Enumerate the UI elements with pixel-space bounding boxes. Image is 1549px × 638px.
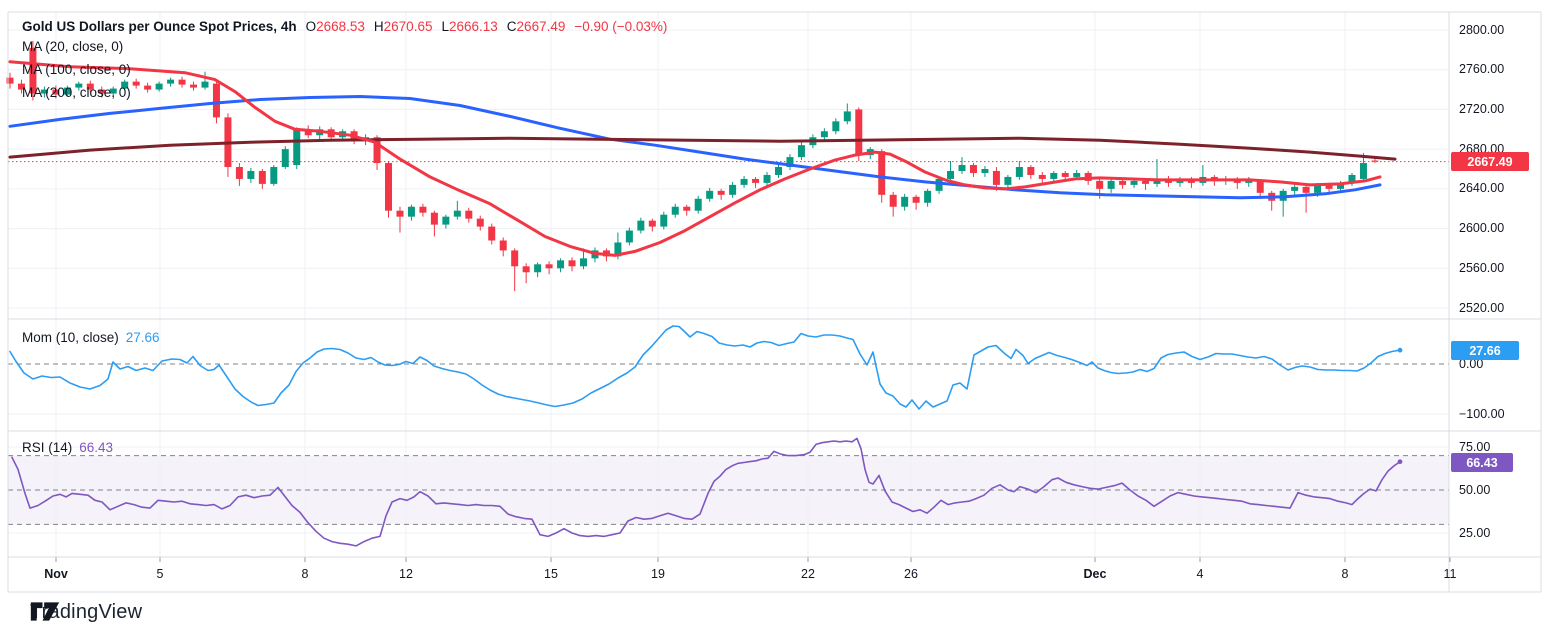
tradingview-logo[interactable]: TradingView bbox=[30, 601, 142, 624]
axis-tick-label: 2640.00 bbox=[1459, 181, 1504, 195]
axis-tick-label: 2520.00 bbox=[1459, 301, 1504, 315]
time-axis-label: 11 bbox=[1444, 567, 1457, 581]
time-axis-label: 22 bbox=[801, 567, 815, 581]
axis-tick-label: 50.00 bbox=[1459, 483, 1490, 497]
ohlc-high: H2670.65 bbox=[374, 19, 433, 34]
ohlc-close: C2667.49 bbox=[507, 19, 566, 34]
momentum-value: 27.66 bbox=[126, 330, 160, 345]
time-axis-label: 12 bbox=[399, 567, 413, 581]
axis-tick-label: 2560.00 bbox=[1459, 261, 1504, 275]
rsi-badge: 66.43 bbox=[1451, 453, 1513, 472]
time-axis-label: 19 bbox=[651, 567, 665, 581]
axis-tick-label: 2800.00 bbox=[1459, 23, 1504, 37]
indicator-label-rsi[interactable]: RSI (14)66.43 bbox=[22, 440, 113, 455]
time-axis-label: 26 bbox=[904, 567, 918, 581]
momentum-badge: 27.66 bbox=[1451, 341, 1519, 360]
time-axis-label: Nov bbox=[44, 567, 68, 581]
tradingview-chart-window: Gold US Dollars per Ounce Spot Prices, 4… bbox=[0, 0, 1549, 638]
time-axis-label: Dec bbox=[1084, 567, 1107, 581]
axis-tick-label: 25.00 bbox=[1459, 526, 1490, 540]
symbol-title: Gold US Dollars per Ounce Spot Prices, 4… bbox=[22, 19, 297, 34]
indicator-label-ma20[interactable]: MA (20, close, 0) bbox=[22, 39, 123, 54]
last-price-badge: 2667.49 bbox=[1451, 152, 1529, 171]
rsi-value: 66.43 bbox=[79, 440, 113, 455]
tradingview-logo-icon bbox=[30, 601, 60, 622]
time-axis-label: 15 bbox=[544, 567, 558, 581]
time-axis-label: 4 bbox=[1197, 567, 1204, 581]
axis-tick-label: 2720.00 bbox=[1459, 102, 1504, 116]
price-change: −0.90 (−0.03%) bbox=[574, 19, 667, 34]
time-axis-label: 8 bbox=[1342, 567, 1349, 581]
time-axis-label: 5 bbox=[157, 567, 164, 581]
ohlc-low: L2666.13 bbox=[441, 19, 497, 34]
chart-canvas[interactable] bbox=[0, 0, 1549, 638]
indicator-label-momentum[interactable]: Mom (10, close)27.66 bbox=[22, 330, 160, 345]
axis-tick-label: −100.00 bbox=[1459, 407, 1505, 421]
axis-tick-label: 2760.00 bbox=[1459, 62, 1504, 76]
axis-tick-label: 2600.00 bbox=[1459, 221, 1504, 235]
symbol-header[interactable]: Gold US Dollars per Ounce Spot Prices, 4… bbox=[22, 19, 667, 34]
indicator-label-ma100[interactable]: MA (100, close, 0) bbox=[22, 62, 131, 77]
time-axis-label: 8 bbox=[302, 567, 309, 581]
axis-tick-label: 75.00 bbox=[1459, 440, 1490, 454]
ohlc-open: O2668.53 bbox=[306, 19, 365, 34]
indicator-label-ma200[interactable]: MA (200, close, 0) bbox=[22, 85, 131, 100]
